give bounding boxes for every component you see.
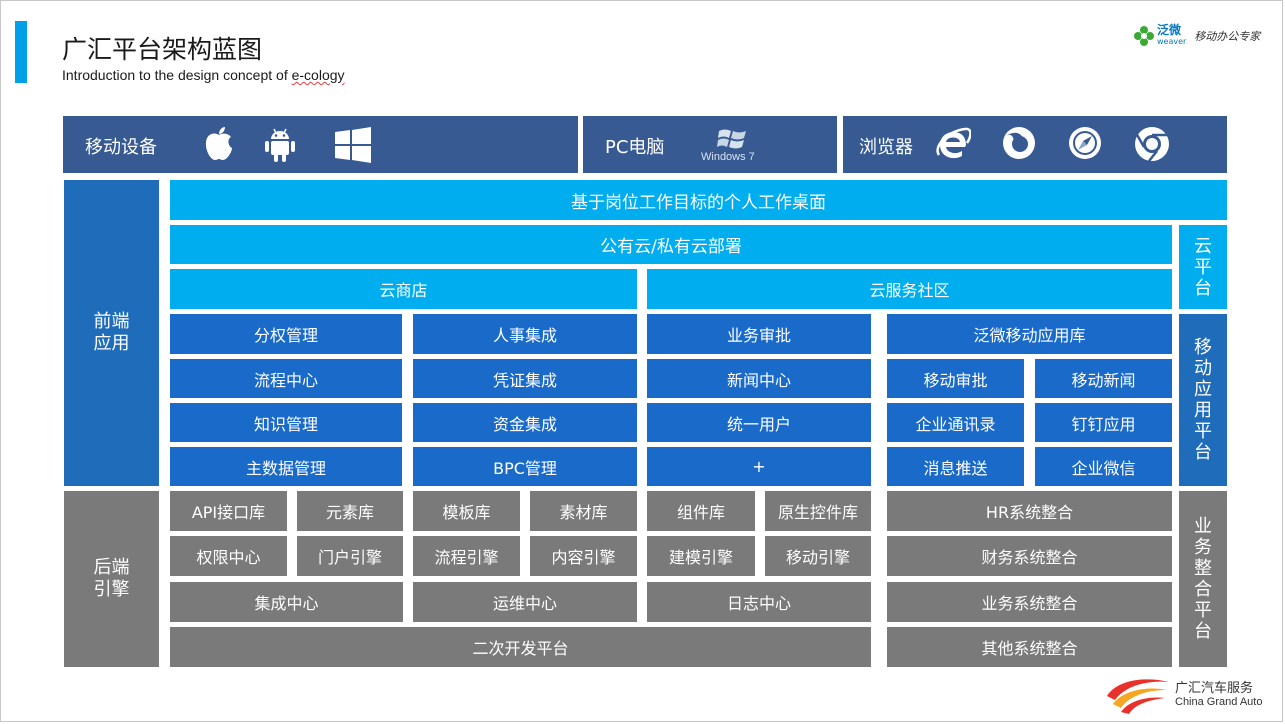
back-row1-item: API接口库 — [170, 491, 287, 531]
browser-bar: 浏览器 — [843, 116, 1227, 173]
front-col3-item: 统一用户 — [647, 403, 871, 442]
weaver-logo: 泛微 weaver 移动办公专家 — [1133, 24, 1260, 48]
subtitle-underlined: e-cology — [291, 67, 345, 83]
title-accent-bar — [15, 21, 27, 83]
front-app-side-label: 前端应用 — [64, 180, 159, 486]
front-col2-item: 资金集成 — [413, 403, 637, 442]
weaver-flower-icon — [1134, 26, 1154, 46]
mobile-platform-char-4: 用 — [1194, 400, 1212, 421]
cloud-platform-char-2: 平 — [1194, 256, 1212, 278]
pc-bar: PC电脑 Windows 7 — [583, 116, 837, 173]
mobile-platform-char-2: 动 — [1194, 358, 1212, 379]
back-row1-item: 元素库 — [297, 491, 403, 531]
mobile-devices-bar: 移动设备 — [63, 116, 578, 173]
front-col1-item: 流程中心 — [170, 359, 402, 398]
cloud-deploy-bar: 公有云/私有云部署 — [170, 225, 1172, 264]
mobile-app-item: 移动审批 — [887, 359, 1024, 398]
page-title: 广汇平台架构蓝图 — [62, 35, 263, 64]
cloud-platform-char-3: 台 — [1194, 277, 1212, 299]
mobile-platform-char-3: 应 — [1194, 379, 1212, 400]
front-col2-item: 人事集成 — [413, 314, 637, 354]
weaver-logo-cn: 泛微 — [1157, 23, 1182, 37]
apple-icon — [205, 127, 232, 160]
integration-item: 其他系统整合 — [887, 627, 1172, 667]
back-row1-item: 模板库 — [413, 491, 520, 531]
windows7-label: Windows 7 — [701, 151, 755, 163]
integration-item: 业务系统整合 — [887, 582, 1172, 622]
back-row1-item: 组件库 — [647, 491, 755, 531]
back-row1-item: 原生控件库 — [765, 491, 871, 531]
business-platform-char-6: 台 — [1194, 621, 1212, 642]
back-row1-item: 素材库 — [530, 491, 637, 531]
browser-label: 浏览器 — [859, 137, 913, 158]
back-row2-item: 内容引擎 — [530, 536, 637, 576]
back-engine-side-label: 后端引擎 — [64, 491, 159, 667]
back-row3-item: 运维中心 — [413, 582, 637, 622]
cloud-platform-char-1: 云 — [1194, 235, 1212, 257]
mobile-app-library: 泛微移动应用库 — [887, 314, 1172, 354]
front-col1-item: 主数据管理 — [170, 447, 402, 486]
front-col3-item: 新闻中心 — [647, 359, 871, 398]
mobile-app-item: 企业通讯录 — [887, 403, 1024, 442]
windows7-logo-icon — [717, 129, 746, 149]
business-platform-char-1: 业 — [1194, 516, 1212, 537]
weaver-slogan: 移动办公专家 — [1194, 30, 1261, 43]
business-platform-char-2: 务 — [1194, 537, 1212, 558]
personal-desktop-bar: 基于岗位工作目标的个人工作桌面 — [170, 180, 1227, 220]
mobile-platform-char-1: 移 — [1194, 337, 1212, 358]
business-platform-char-4: 合 — [1194, 579, 1212, 600]
company-name-en: China Grand Auto — [1175, 696, 1263, 708]
mobile-devices-label: 移动设备 — [85, 137, 157, 158]
pc-label: PC电脑 — [605, 137, 665, 158]
business-platform-char-3: 整 — [1194, 558, 1212, 579]
front-col3-item: + — [647, 447, 871, 486]
back-engine-label-text: 后端引擎 — [93, 557, 130, 600]
cloud-community-bar: 云服务社区 — [647, 269, 1172, 309]
front-col1-item: 知识管理 — [170, 403, 402, 442]
integration-item: 财务系统整合 — [887, 536, 1172, 576]
mobile-app-item: 钉钉应用 — [1035, 403, 1172, 442]
mobile-platform-char-5: 平 — [1194, 421, 1212, 442]
business-platform-char-5: 平 — [1194, 600, 1212, 621]
mobile-platform-label: 移 动 应 用 平 台 — [1179, 314, 1227, 486]
company-name-cn: 广汇汽车服务 — [1175, 681, 1254, 696]
mobile-app-item: 消息推送 — [887, 447, 1024, 486]
back-row2-item: 权限中心 — [170, 536, 287, 576]
safari-icon — [1069, 127, 1101, 159]
front-app-label-text: 前端应用 — [93, 311, 130, 354]
cloud-platform-label: 云 平 台 — [1179, 225, 1227, 309]
firefox-icon — [1003, 127, 1035, 159]
front-col2-item: BPC管理 — [413, 447, 637, 486]
subtitle-prefix: Introduction to the design concept of — [62, 67, 292, 83]
back-row2-item: 流程引擎 — [413, 536, 520, 576]
back-row2-item: 建模引擎 — [647, 536, 755, 576]
back-row2-item: 门户引擎 — [297, 536, 403, 576]
cloud-store-bar: 云商店 — [170, 269, 637, 309]
weaver-logo-en: weaver — [1157, 37, 1187, 46]
android-icon — [265, 128, 295, 162]
front-col2-item: 凭证集成 — [413, 359, 637, 398]
china-grand-auto-logo: 广汇汽车服务 China Grand Auto — [1105, 674, 1275, 714]
secondary-dev-platform: 二次开发平台 — [170, 627, 871, 667]
front-col3-item: 业务审批 — [647, 314, 871, 354]
back-row2-item: 移动引擎 — [765, 536, 871, 576]
front-col1-item: 分权管理 — [170, 314, 402, 354]
china-grand-auto-swoosh-icon — [1107, 679, 1169, 714]
business-platform-label: 业 务 整 合 平 台 — [1179, 491, 1227, 667]
page-subtitle: Introduction to the design concept of e-… — [62, 67, 345, 83]
mobile-app-item: 企业微信 — [1035, 447, 1172, 486]
integration-item: HR系统整合 — [887, 491, 1172, 531]
mobile-app-item: 移动新闻 — [1035, 359, 1172, 398]
windows-icon — [335, 127, 371, 163]
mobile-platform-char-6: 台 — [1194, 442, 1212, 463]
chrome-icon — [1134, 127, 1169, 162]
back-row3-item: 日志中心 — [647, 582, 871, 622]
ie-icon — [936, 127, 971, 159]
back-row3-item: 集成中心 — [170, 582, 403, 622]
